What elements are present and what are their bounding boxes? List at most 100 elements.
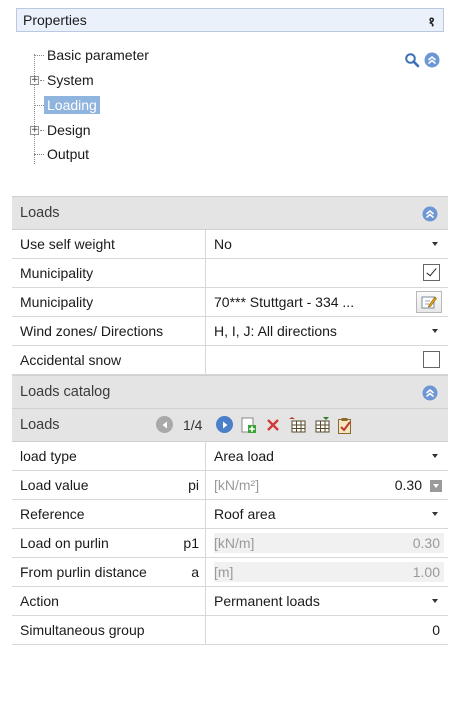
- dropdown-value: No: [214, 236, 232, 252]
- property-row-wind-zones: Wind zones/ Directions H, I, J: All dire…: [12, 317, 448, 346]
- collapse-up-icon[interactable]: [422, 385, 438, 405]
- table-import-icon[interactable]: [289, 416, 306, 433]
- dropdown-value: Area load: [214, 448, 274, 464]
- property-symbol: p1: [183, 535, 199, 551]
- dropdown-arrow-icon[interactable]: [432, 329, 438, 333]
- readonly-field: [214, 562, 444, 582]
- dropdown-arrow-icon[interactable]: [432, 599, 438, 603]
- tree-item-design[interactable]: Design: [44, 121, 94, 139]
- panel-title: Properties: [23, 12, 87, 28]
- reference-dropdown[interactable]: Roof area: [206, 500, 448, 528]
- property-row-from-purlin-distance: From purlin distance a [m] 1.00: [12, 558, 448, 587]
- property-label-cell: Load value pi: [12, 471, 206, 499]
- load-value: 0.30: [394, 477, 422, 493]
- loads-panel: Loads Use self weight No Municipality Mu…: [12, 196, 448, 645]
- property-row-action: Action Permanent loads: [12, 587, 448, 616]
- property-label: load type: [12, 442, 206, 470]
- property-row-municipality-check: Municipality: [12, 259, 448, 288]
- property-label: Action: [12, 587, 206, 615]
- load-value-input[interactable]: [kN/m²] 0.30: [206, 471, 448, 499]
- edit-icon: [421, 296, 437, 309]
- property-label: Accidental snow: [12, 346, 206, 374]
- nav-next-icon[interactable]: [216, 416, 234, 433]
- search-icon[interactable]: [404, 52, 420, 68]
- add-icon[interactable]: [241, 417, 257, 433]
- section-title: Loads catalog: [20, 384, 111, 400]
- dropdown-arrow-icon[interactable]: [432, 454, 438, 458]
- municipality-field[interactable]: 70*** Stuttgart - 334 ...: [206, 288, 448, 316]
- property-label-cell: From purlin distance a: [12, 558, 206, 586]
- tree-connector: [34, 54, 35, 164]
- property-label: From purlin distance: [20, 564, 147, 580]
- municipality-checkbox[interactable]: [423, 264, 440, 281]
- action-dropdown[interactable]: Permanent loads: [206, 587, 448, 615]
- spin-down-icon[interactable]: [430, 480, 442, 492]
- tree-connector: [34, 154, 44, 155]
- expand-system-icon[interactable]: +: [30, 76, 39, 85]
- simultaneous-group-input[interactable]: 0: [206, 616, 448, 644]
- property-label: Use self weight: [12, 230, 206, 258]
- page-indicator: 1/4: [183, 416, 203, 433]
- collapse-up-icon[interactable]: [422, 206, 438, 226]
- property-label: Municipality: [12, 288, 206, 316]
- property-row-municipality: Municipality 70*** Stuttgart - 334 ...: [12, 288, 448, 317]
- property-row-load-type: load type Area load: [12, 442, 448, 471]
- use-self-weight-dropdown[interactable]: No: [206, 230, 448, 258]
- simultaneous-group-value: 0: [432, 622, 440, 638]
- loads-section-header[interactable]: Loads: [12, 196, 448, 230]
- tree-item-loading[interactable]: Loading: [44, 96, 100, 114]
- toolbar-label: Loads: [20, 417, 60, 433]
- property-symbol: a: [191, 564, 199, 580]
- table-export-icon[interactable]: [313, 416, 330, 433]
- property-label: Load value: [20, 477, 89, 493]
- municipality-checkbox-cell: [206, 259, 448, 287]
- load-on-purlin-value: 0.30: [412, 535, 440, 551]
- loads-catalog-toolbar: Loads 1/4: [12, 409, 448, 442]
- tree-item-output[interactable]: Output: [44, 145, 92, 163]
- load-on-purlin-readonly: [kN/m] 0.30: [206, 529, 448, 557]
- pin-icon[interactable]: १: [428, 12, 435, 30]
- unit-label: [kN/m]: [214, 535, 255, 551]
- wind-zones-dropdown[interactable]: H, I, J: All directions: [206, 317, 448, 345]
- collapse-up-icon[interactable]: [424, 52, 440, 68]
- expand-design-icon[interactable]: +: [30, 126, 39, 135]
- dropdown-value: Roof area: [214, 506, 276, 522]
- property-label: Reference: [12, 500, 206, 528]
- property-label: Load on purlin: [20, 535, 109, 551]
- property-row-load-on-purlin: Load on purlin p1 [kN/m] 0.30: [12, 529, 448, 558]
- from-purlin-distance-value: 1.00: [412, 564, 440, 580]
- navigation-tree: Basic parameter + System Loading + Desig…: [24, 44, 444, 174]
- tree-item-basic-parameter[interactable]: Basic parameter: [44, 46, 152, 64]
- tree-connector: [34, 105, 44, 106]
- property-row-simultaneous-group: Simultaneous group 0: [12, 616, 448, 645]
- tree-item-system[interactable]: System: [44, 71, 97, 89]
- unit-label: [kN/m²]: [214, 477, 260, 493]
- accidental-snow-cell: [206, 346, 448, 374]
- load-type-dropdown[interactable]: Area load: [206, 442, 448, 470]
- delete-icon[interactable]: [265, 417, 281, 433]
- dropdown-value: Permanent loads: [214, 593, 320, 609]
- clipboard-check-icon[interactable]: [337, 417, 353, 434]
- nav-prev-icon[interactable]: [156, 416, 173, 433]
- property-label-cell: Load on purlin p1: [12, 529, 206, 557]
- property-label: Wind zones/ Directions: [12, 317, 206, 345]
- municipality-value: 70*** Stuttgart - 334 ...: [214, 294, 355, 310]
- property-symbol: pi: [188, 477, 199, 493]
- tree-connector: [34, 55, 44, 56]
- tree-toolbar: [404, 52, 440, 68]
- property-row-reference: Reference Roof area: [12, 500, 448, 529]
- properties-header: Properties १: [16, 8, 444, 32]
- accidental-snow-checkbox[interactable]: [423, 351, 440, 368]
- from-purlin-distance-readonly: [m] 1.00: [206, 558, 448, 586]
- dropdown-arrow-icon[interactable]: [432, 242, 438, 246]
- dropdown-arrow-icon[interactable]: [432, 512, 438, 516]
- loads-catalog-section-header[interactable]: Loads catalog: [12, 375, 448, 409]
- section-title: Loads: [20, 205, 60, 221]
- property-row-load-value: Load value pi [kN/m²] 0.30: [12, 471, 448, 500]
- property-row-use-self-weight: Use self weight No: [12, 230, 448, 259]
- property-row-accidental-snow: Accidental snow: [12, 346, 448, 375]
- dropdown-value: H, I, J: All directions: [214, 323, 337, 339]
- property-label: Municipality: [12, 259, 206, 287]
- edit-municipality-button[interactable]: [416, 291, 442, 313]
- property-label: Simultaneous group: [12, 616, 206, 644]
